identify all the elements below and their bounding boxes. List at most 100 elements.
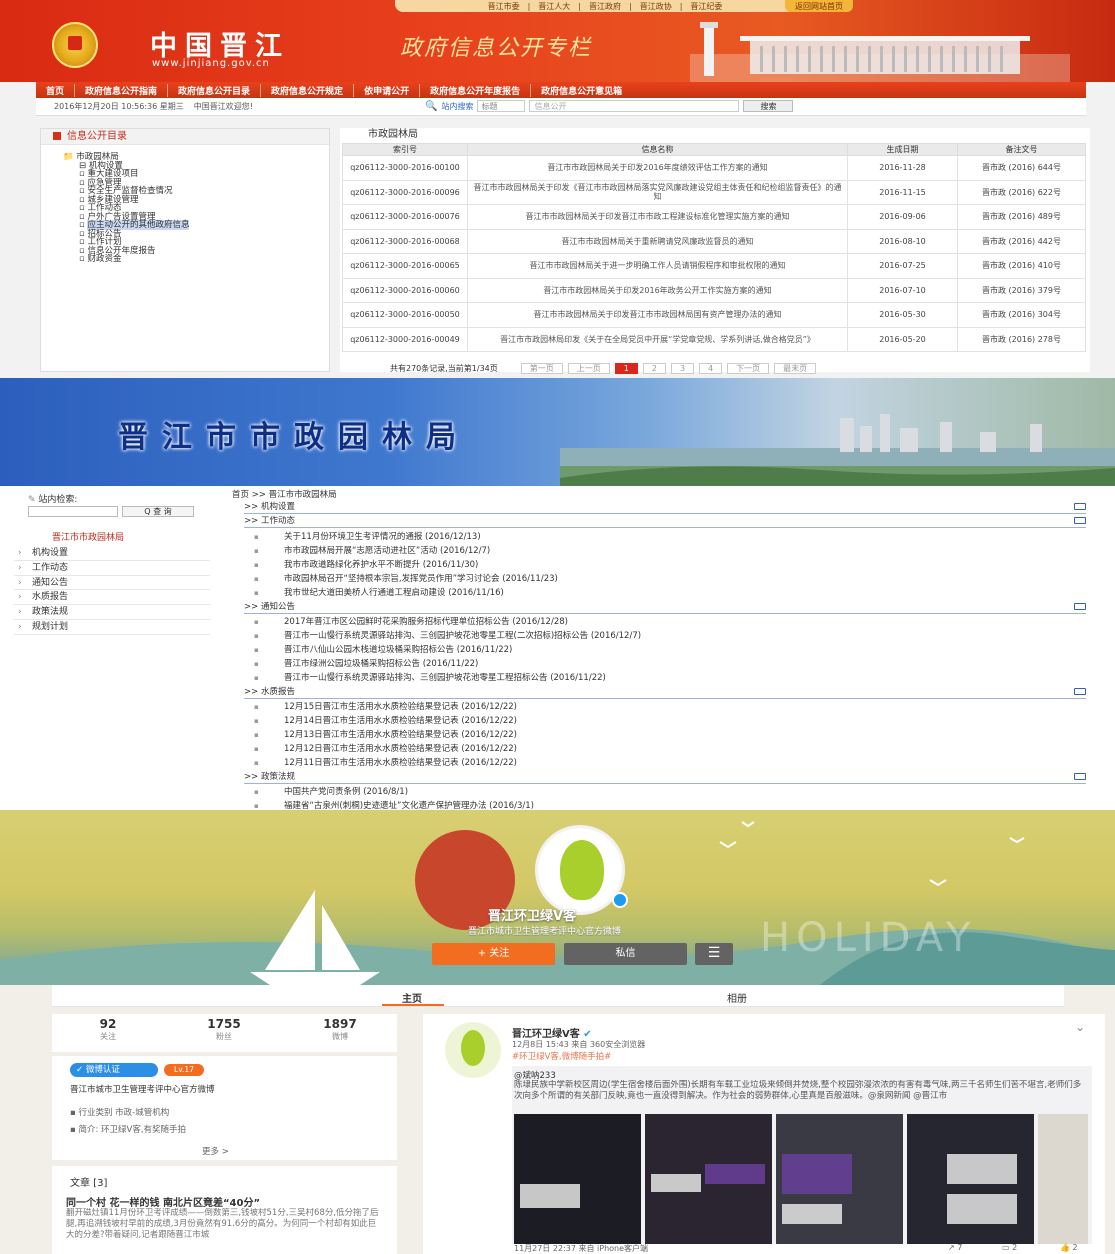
stat-following[interactable]: 92 关注 bbox=[68, 1017, 148, 1042]
post-author[interactable]: 晋江环卫绿V客 ✔ bbox=[512, 1025, 592, 1040]
nav-home[interactable]: 首页 bbox=[36, 83, 76, 97]
menu-item-plans[interactable]: 规划计划 bbox=[14, 620, 210, 635]
pager-page[interactable]: 2 bbox=[642, 363, 666, 374]
menu-item-notices[interactable]: 通知公告 bbox=[14, 576, 210, 591]
pager-prev[interactable]: 上一页 bbox=[567, 363, 610, 374]
pager-first[interactable]: 第一页 bbox=[520, 363, 563, 374]
menu-item-water[interactable]: 水质报告 bbox=[14, 590, 210, 606]
post-image[interactable] bbox=[645, 1114, 772, 1244]
pager-page[interactable]: 3 bbox=[670, 363, 695, 374]
pager-page-current[interactable]: 1 bbox=[614, 363, 638, 374]
news-item[interactable]: 市政园林局召开“坚持根本宗旨,发挥党员作用”学习讨论会 (2016/11/23) bbox=[244, 572, 1086, 586]
title-link[interactable]: 晋江市市政园林局关于进一步明确工作人员请销假程序和审批权限的通知 bbox=[467, 253, 848, 279]
title-link[interactable]: 晋江市市政园林局印发《关于在全局党员中开展“学党章党规、学系列讲话,做合格党员”… bbox=[467, 326, 848, 352]
section-header[interactable]: >> 政策法规 bbox=[244, 770, 1086, 784]
table-row[interactable]: qz06112-3000-2016-00096 晋江市市政园林局关于印发《晋江市市… bbox=[342, 179, 1086, 205]
like-action[interactable]: 👍 2 bbox=[1060, 1243, 1078, 1252]
site-search-button[interactable]: Q 查 询 bbox=[122, 506, 194, 517]
message-button[interactable]: 私信 bbox=[564, 943, 687, 965]
post-topic-tag[interactable]: #环卫绿V客,微博随手拍# bbox=[512, 1050, 611, 1062]
menu-icon[interactable]: ☰ bbox=[695, 943, 733, 965]
nav-catalog[interactable]: 政府信息公开目录 bbox=[168, 83, 262, 97]
title-link[interactable]: 晋江市市政园林局关于印发晋江市市政园林局国有资产管理办法的通知 bbox=[467, 302, 848, 328]
nav-annual-report[interactable]: 政府信息公开年度报告 bbox=[420, 83, 532, 97]
more-icon[interactable] bbox=[1074, 603, 1086, 610]
water-report-item[interactable]: 12月12日晋江市生活用水水质检验结果登记表 (2016/12/22) bbox=[244, 742, 1086, 756]
title-link[interactable]: 晋江市市政园林局关于印发2016年政务公开工作实施方案的通知 bbox=[467, 277, 848, 303]
menu-item-policy[interactable]: 政策法规 bbox=[14, 605, 210, 620]
pager-next[interactable]: 下一页 bbox=[727, 363, 770, 374]
section-header[interactable]: >> 机构设置 bbox=[244, 500, 1086, 514]
title-link[interactable]: 晋江市市政园林局关于印发晋江市市政工程建设标准化管理实施方案的通知 bbox=[467, 204, 848, 230]
water-report-item[interactable]: 12月14日晋江市生活用水水质检验结果登记表 (2016/12/22) bbox=[244, 714, 1086, 728]
water-report-item[interactable]: 12月11日晋江市生活用水水质检验结果登记表 (2016/12/22) bbox=[244, 756, 1086, 770]
return-home-link[interactable]: 返回网站首页 bbox=[785, 0, 853, 12]
pager-last[interactable]: 最末页 bbox=[774, 363, 817, 374]
chevron-down-icon[interactable]: ⌄ bbox=[1075, 1020, 1085, 1034]
search-field-select[interactable]: 标题 bbox=[477, 100, 526, 112]
tree-item[interactable]: ▫ 财政资金 bbox=[63, 255, 329, 264]
more-icon[interactable] bbox=[1074, 517, 1086, 524]
repost-source-time[interactable]: 11月27日 22:37 来自 iPhone客户端 bbox=[514, 1243, 648, 1254]
post-avatar[interactable] bbox=[445, 1022, 501, 1078]
section-header[interactable]: >> 通知公告 bbox=[244, 600, 1086, 614]
notice-item[interactable]: 晋江市一山慢行系统灵源驿站排沟、三创园护坡花池零星工程招标公告 (2016/11… bbox=[244, 671, 1086, 685]
table-row[interactable]: qz06112-3000-2016-00068 晋江市市政园林局关于重新聘请党风廉… bbox=[342, 228, 1086, 254]
title-link[interactable]: 晋江市市政园林局关于重新聘请党风廉政监督员的通知 bbox=[467, 228, 848, 254]
notice-item[interactable]: 晋江市绿洲公园垃圾桶采购招标公告 (2016/11/22) bbox=[244, 657, 1086, 671]
repost-action[interactable]: ↗ 7 bbox=[948, 1243, 962, 1252]
notice-item[interactable]: 晋江市一山慢行系统灵源驿站排沟、三创园护坡花池零星工程(二次招标)招标公告 (2… bbox=[244, 629, 1086, 643]
more-icon[interactable] bbox=[1074, 688, 1086, 695]
search-input[interactable]: 信息公开 bbox=[529, 100, 740, 112]
post-image[interactable] bbox=[907, 1114, 1034, 1244]
section-header[interactable]: >> 工作动态 bbox=[244, 514, 1086, 528]
menu-item-org[interactable]: 机构设置 bbox=[14, 546, 210, 561]
table-row[interactable]: qz06112-3000-2016-00065 晋江市市政园林局关于进一步明确工作… bbox=[342, 253, 1086, 279]
more-icon[interactable] bbox=[1074, 503, 1086, 510]
table-row[interactable]: qz06112-3000-2016-00049 晋江市市政园林局印发《关于在全局党… bbox=[342, 326, 1086, 352]
title-link[interactable]: 晋江市市政园林局关于印发《晋江市市政园林局落实党风廉政建设党组主体责任和纪检组监… bbox=[467, 179, 848, 205]
notice-item[interactable]: 2017年晋江市区公园鲜时花采购服务招标代理单位招标公告 (2016/12/28… bbox=[244, 615, 1086, 629]
top-link[interactable]: 晋江政府 bbox=[589, 1, 621, 12]
cert-badge[interactable]: ✓ 微博认证 bbox=[70, 1063, 158, 1077]
more-link[interactable]: 更多 > bbox=[202, 1145, 229, 1157]
comment-action[interactable]: ▭ 2 bbox=[1002, 1243, 1017, 1252]
tab-album[interactable]: 相册 bbox=[727, 990, 747, 1005]
top-link[interactable]: 晋江市委 bbox=[488, 1, 520, 12]
tab-home[interactable]: 主页 bbox=[402, 990, 422, 1005]
news-item[interactable]: 我市世纪大道田美桥人行通道工程启动建设 (2016/11/16) bbox=[244, 586, 1086, 600]
title-link[interactable]: 晋江市市政园林局关于印发2016年度绩效评估工作方案的通知 bbox=[467, 155, 848, 181]
news-item[interactable]: 关于11月份环境卫生考评情况的通报 (2016/12/13) bbox=[244, 530, 1086, 544]
menu-item-news[interactable]: 工作动态 bbox=[14, 561, 210, 576]
stat-followers[interactable]: 1755 粉丝 bbox=[184, 1017, 264, 1042]
nav-feedback[interactable]: 政府信息公开意见箱 bbox=[531, 84, 632, 97]
level-badge[interactable]: Lv.17 bbox=[164, 1064, 204, 1076]
table-row[interactable]: qz06112-3000-2016-00100 晋江市市政园林局关于印发2016年… bbox=[342, 155, 1086, 181]
article-headline[interactable]: 同一个村 花一样的钱 南北片区竟差“40分” bbox=[66, 1194, 260, 1209]
notice-item[interactable]: 晋江市八仙山公园木栈道垃圾桶采购招标公告 (2016/11/22) bbox=[244, 643, 1086, 657]
nav-rules[interactable]: 政府信息公开规定 bbox=[261, 83, 355, 97]
table-row[interactable]: qz06112-3000-2016-00050 晋江市市政园林局关于印发晋江市市政… bbox=[342, 302, 1086, 328]
news-item[interactable]: 市市政园林局开展“志愿活动进社区”活动 (2016/12/7) bbox=[244, 544, 1086, 558]
top-link[interactable]: 晋江人大 bbox=[538, 1, 570, 12]
nav-on-request[interactable]: 依申请公开 bbox=[354, 83, 421, 97]
top-link[interactable]: 晋江纪委 bbox=[690, 1, 722, 12]
post-image[interactable] bbox=[514, 1114, 641, 1244]
site-search-input[interactable] bbox=[28, 506, 118, 517]
stat-posts[interactable]: 1897 微博 bbox=[300, 1017, 380, 1042]
pager-page[interactable]: 4 bbox=[699, 363, 723, 374]
section-header[interactable]: >> 水质报告 bbox=[244, 685, 1086, 699]
top-link[interactable]: 晋江政协 bbox=[640, 1, 672, 12]
search-button[interactable]: 搜索 bbox=[743, 100, 794, 112]
table-row[interactable]: qz06112-3000-2016-00076 晋江市市政园林局关于印发晋江市市政… bbox=[342, 204, 1086, 230]
nav-guide[interactable]: 政府信息公开指南 bbox=[75, 83, 169, 97]
more-icon[interactable] bbox=[1074, 773, 1086, 780]
news-item[interactable]: 我市市政道路绿化养护水平不断提升 (2016/11/30) bbox=[244, 558, 1086, 572]
post-time[interactable]: 12月8日 15:43 来自 360安全浏览器 bbox=[512, 1039, 645, 1050]
policy-item[interactable]: 中国共产党问责条例 (2016/8/1) bbox=[244, 785, 1086, 799]
post-image[interactable] bbox=[776, 1114, 903, 1244]
table-row[interactable]: qz06112-3000-2016-00060 晋江市市政园林局关于印发2016年… bbox=[342, 277, 1086, 303]
water-report-item[interactable]: 12月15日晋江市生活用水水质检验结果登记表 (2016/12/22) bbox=[244, 700, 1086, 714]
water-report-item[interactable]: 12月13日晋江市生活用水水质检验结果登记表 (2016/12/22) bbox=[244, 728, 1086, 742]
post-image[interactable] bbox=[1038, 1114, 1088, 1244]
